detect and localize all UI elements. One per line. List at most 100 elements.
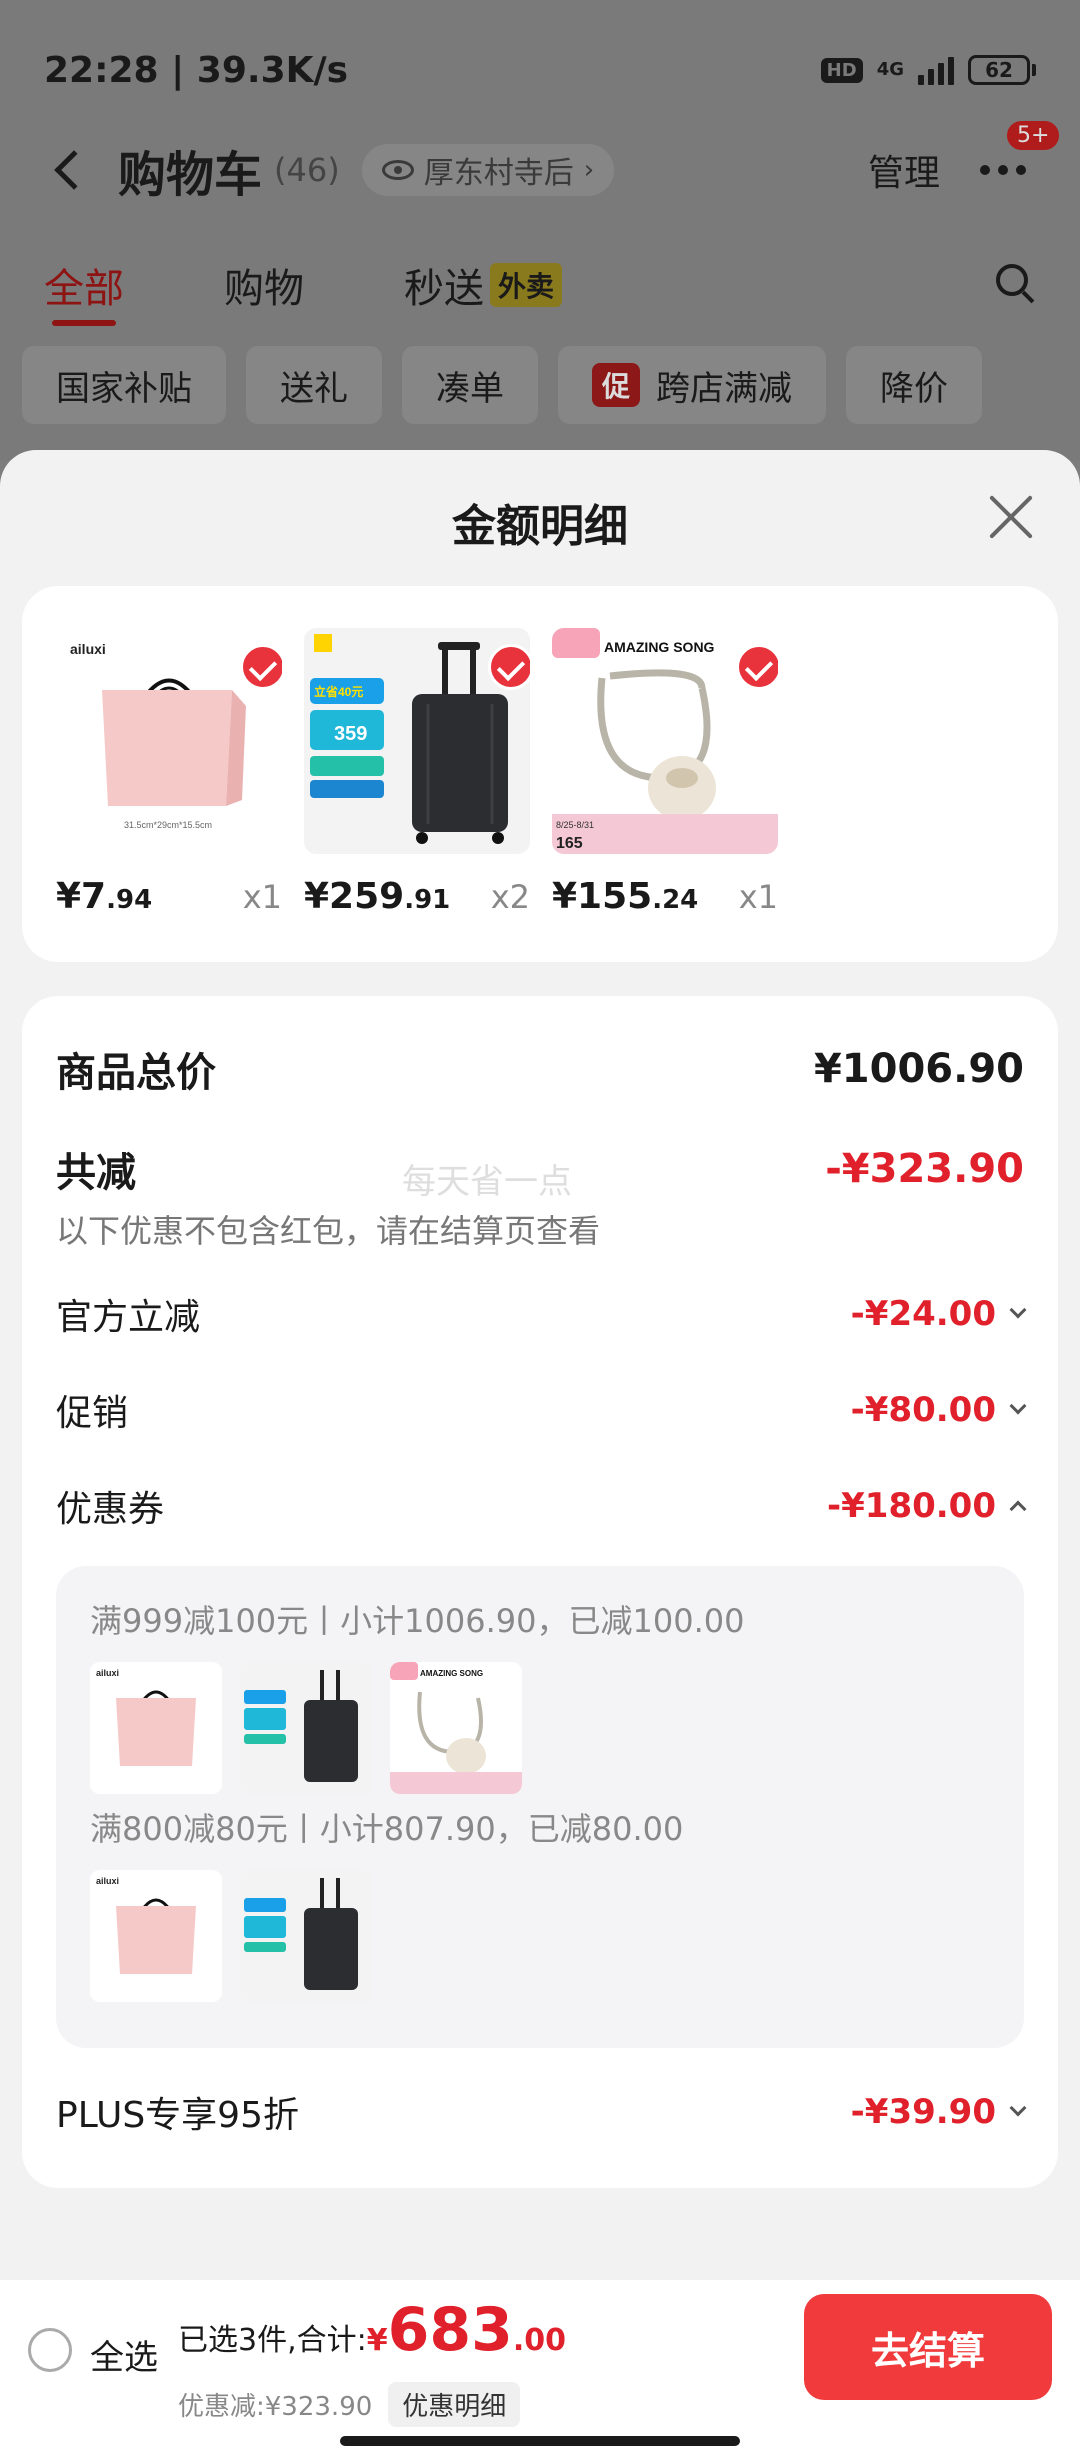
product-item[interactable]: AMAZING SONG 8/25-8/31 165 ¥155.24 x1 [552, 628, 778, 917]
official-discount-row[interactable]: 官方立减 -¥24.00 [56, 1288, 1027, 1340]
product-date-text: 8/25-8/31 [556, 820, 594, 830]
location-selector[interactable]: 厚东村寺后 › [361, 144, 615, 196]
coupon-1-text: 满999减100元丨小计1006.90，已减100.00 [90, 1602, 745, 1640]
manage-button[interactable]: 管理 [868, 144, 940, 196]
search-icon[interactable] [996, 264, 1036, 304]
product-qty: x1 [242, 878, 282, 916]
discount-detail-button[interactable]: 优惠明细 [388, 2382, 521, 2427]
tab-all[interactable]: 全部 [44, 256, 124, 326]
promotion-row[interactable]: 促销 -¥80.00 [56, 1384, 1027, 1436]
total-discount-label: 共减 [56, 1150, 136, 1196]
product-size-text: 31.5cm*29cm*15.5cm [124, 820, 212, 830]
price-breakdown-card: 商品总价 ¥1006.90 共减 -¥323.90 每天省一点 以下优惠不包含红… [22, 996, 1058, 2188]
total-summary: 已选3件,合计: ¥ 683 .00 [178, 2300, 566, 2360]
discount-note: 以下优惠不包含红包，请在结算页查看 [56, 1212, 601, 1250]
select-all-radio[interactable] [28, 2328, 72, 2372]
cart-tabs: 全部 购物 秒送 外卖 [44, 250, 1036, 326]
product-price: ¥7.94 [56, 876, 153, 917]
tab-instant-label: 秒送 [404, 266, 484, 312]
product-qty: x1 [738, 878, 778, 916]
battery-level: 62 [968, 55, 1030, 85]
filter-national-subsidy[interactable]: 国家补贴 [22, 346, 226, 424]
chevron-up-icon [1009, 1500, 1027, 1518]
selected-check-icon [736, 644, 778, 690]
product-item[interactable]: 立省40元 359 ¥259.91 x2 [304, 628, 530, 917]
plus-discount-label: PLUS专享95折 [56, 2095, 299, 2136]
filter-price-drop[interactable]: 降价 [846, 346, 983, 424]
more-menu-button[interactable]: 5+ [980, 118, 1063, 190]
amount-detail-sheet: 金额明细 ailuxi 31.5cm*29cm*15.5cm ¥7.94 x1 [0, 450, 1080, 2460]
message-badge: 5+ [1004, 118, 1063, 153]
tab-instant-delivery[interactable]: 秒送 外卖 [404, 256, 563, 314]
chevron-right-icon: › [583, 155, 595, 185]
filter-combine[interactable]: 凑单 [402, 346, 538, 424]
chevron-down-icon [1009, 1397, 1027, 1415]
product-image-gift-bag: ailuxi 31.5cm*29cm*15.5cm [56, 628, 282, 854]
coupon-value: -¥180.00 [827, 1486, 1027, 1526]
discount-amount: 优惠减:¥323.90 [178, 2392, 373, 2422]
product-image-suitcase: 立省40元 359 [304, 628, 530, 854]
status-icons: HD 4G 62 [820, 55, 1036, 85]
chevron-down-icon [1009, 1301, 1027, 1319]
product-brand-text: ailuxi [70, 641, 106, 657]
total-discount-value: -¥323.90 [825, 1146, 1024, 1192]
location-label: 厚东村寺后 [423, 156, 574, 191]
svg-text:AMAZING SONG: AMAZING SONG [420, 1669, 483, 1678]
status-bar: 22:28 | 39.3K/s HD 4G 62 [44, 40, 1036, 100]
coupon-2-thumbs: ailuxi [90, 1870, 372, 2002]
selected-check-icon [240, 644, 282, 690]
product-price: ¥155.24 [552, 876, 699, 917]
thumb-gift-bag: ailuxi [90, 1870, 222, 2002]
status-time: 22:28 | 39.3K/s [44, 49, 349, 91]
thumb-phone-bag: AMAZING SONG [390, 1662, 522, 1794]
selected-check-icon [488, 644, 530, 690]
battery-icon: 62 [968, 55, 1036, 85]
product-brand-text: AMAZING SONG [604, 639, 715, 655]
subtotal-row: 商品总价 ¥1006.90 [56, 1040, 1024, 1098]
filter-chips: 国家补贴 送礼 凑单 促 跨店满减 降价 [22, 346, 1080, 424]
selected-products-card: ailuxi 31.5cm*29cm*15.5cm ¥7.94 x1 立省40元… [22, 586, 1058, 962]
cart-count: (46) [274, 151, 340, 189]
cart-header: 购物车 (46) 厚东村寺后 › 管理 5+ [50, 118, 1063, 210]
tab-shopping[interactable]: 购物 [224, 256, 304, 314]
takeout-tag: 外卖 [490, 263, 563, 307]
coupon-label: 优惠券 [56, 1489, 165, 1530]
official-discount-label: 官方立减 [56, 1297, 201, 1338]
cart-page-background: 22:28 | 39.3K/s HD 4G 62 购物车 (46) 厚东村寺后 … [0, 0, 1080, 460]
watermark-text: 每天省一点 [402, 1162, 572, 1202]
checkout-bar: 全选 已选3件,合计: ¥ 683 .00 优惠减:¥323.90 优惠明细 去… [0, 2280, 1080, 2460]
eye-icon [381, 160, 414, 180]
plus-discount-row[interactable]: PLUS专享95折 -¥39.90 [56, 2086, 1027, 2138]
product-image-phone-bag: AMAZING SONG 8/25-8/31 165 [552, 628, 778, 854]
checkout-button[interactable]: 去结算 [804, 2294, 1052, 2400]
suitcase-promo-text: 立省40元 [314, 684, 363, 699]
product-qty: x2 [490, 878, 530, 916]
coupon-1-thumbs: ailuxi AMAZING SONG [90, 1662, 522, 1794]
currency-symbol: ¥ [366, 2323, 388, 2358]
select-all-label[interactable]: 全选 [90, 2330, 158, 2379]
thumb-suitcase [240, 1870, 372, 2002]
home-indicator [340, 2436, 740, 2446]
close-icon[interactable] [986, 492, 1036, 542]
hd-icon: HD [820, 57, 863, 83]
promo-icon: 促 [592, 363, 641, 407]
product-item[interactable]: ailuxi 31.5cm*29cm*15.5cm ¥7.94 x1 [56, 628, 282, 917]
filter-cross-store[interactable]: 促 跨店满减 [558, 346, 827, 424]
total-amount-dec: .00 [512, 2323, 567, 2358]
official-discount-value: -¥24.00 [851, 1294, 1027, 1334]
subtotal-label: 商品总价 [56, 1050, 216, 1096]
promotion-label: 促销 [56, 1393, 129, 1434]
product-price: ¥259.91 [304, 876, 451, 917]
selected-count-label: 已选3件,合计: [178, 2323, 367, 2358]
plus-discount-value: -¥39.90 [851, 2092, 1027, 2132]
network-label: 4G [876, 59, 904, 80]
coupon-row[interactable]: 优惠券 -¥180.00 [56, 1480, 1027, 1532]
suitcase-promo-price: 359 [334, 723, 367, 745]
thumb-gift-bag: ailuxi [90, 1662, 222, 1794]
total-amount-int: 683 [387, 2295, 513, 2365]
back-arrow-icon[interactable] [54, 150, 94, 190]
product-promo-price: 165 [556, 835, 583, 852]
signal-icon [918, 55, 954, 85]
filter-gift[interactable]: 送礼 [246, 346, 382, 424]
coupon-2-text: 满800减80元丨小计807.90，已减80.00 [90, 1810, 684, 1848]
